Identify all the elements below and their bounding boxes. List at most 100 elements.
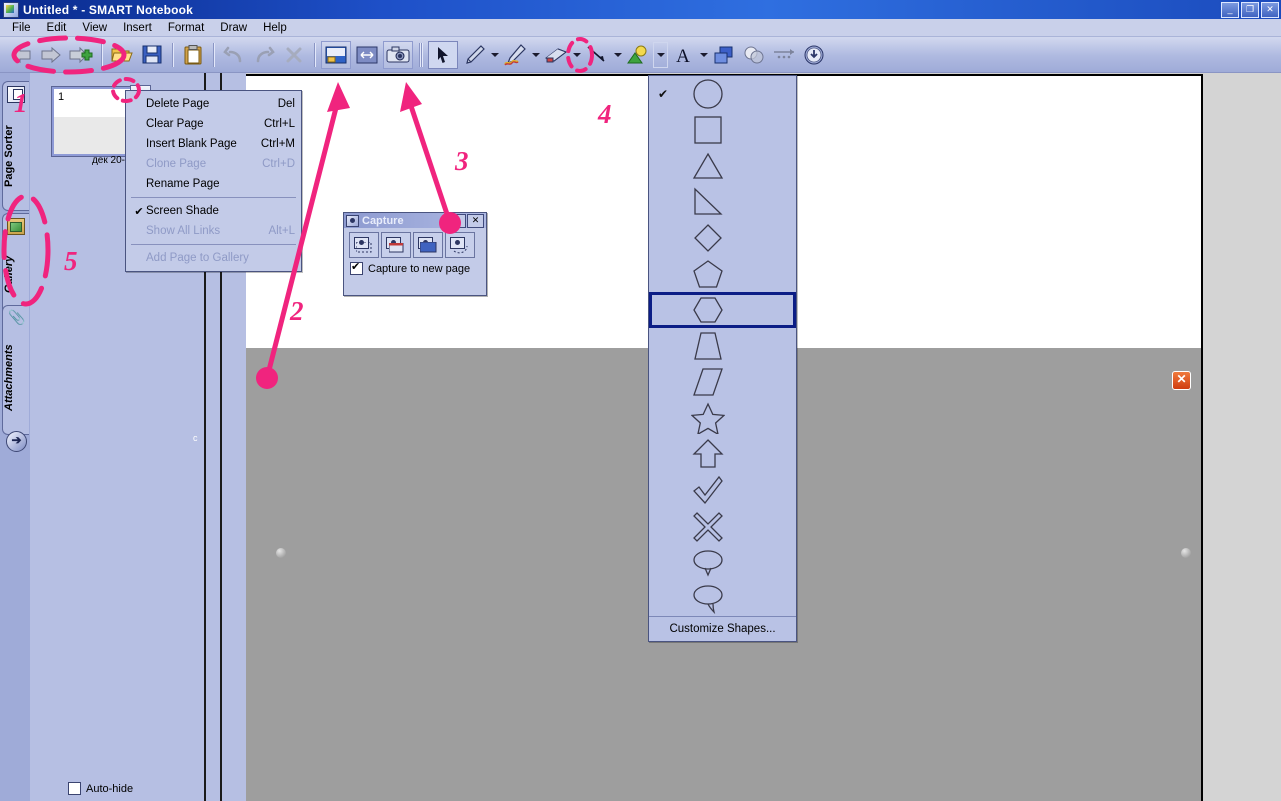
capture-minimize-button[interactable]: _: [449, 213, 466, 228]
capture-buttons-row: [344, 228, 486, 260]
star-icon: [677, 402, 739, 434]
page-number: 1: [58, 91, 65, 103]
hexagon-icon: [677, 294, 739, 326]
menu-item-insert-blank-page[interactable]: Insert Blank Page Ctrl+M: [126, 134, 301, 154]
shape-triangle[interactable]: [649, 148, 796, 184]
add-page-button[interactable]: [67, 42, 95, 68]
menu-help[interactable]: Help: [255, 21, 295, 35]
auto-hide-row[interactable]: Auto-hide: [68, 782, 133, 795]
menu-item-clear-page[interactable]: Clear Page Ctrl+L: [126, 114, 301, 134]
paste-button[interactable]: [179, 42, 207, 68]
menu-item-screen-shade[interactable]: ✔ Screen Shade: [126, 201, 301, 221]
shape-cross[interactable]: [649, 508, 796, 544]
menu-item-rename-page[interactable]: Rename Page: [126, 174, 301, 194]
text-tool[interactable]: A: [669, 42, 697, 68]
previous-page-button[interactable]: [7, 42, 35, 68]
line-dropdown-caret[interactable]: [612, 42, 623, 68]
next-page-button[interactable]: [37, 42, 65, 68]
menu-item-label: Show All Links: [146, 225, 221, 237]
screen-shade-button[interactable]: [321, 40, 351, 69]
notebook-icon: [3, 1, 19, 18]
close-button[interactable]: ✕: [1261, 2, 1279, 18]
capture-freehand-button[interactable]: [445, 232, 475, 258]
shape-diamond[interactable]: [649, 220, 796, 256]
menu-bar: File Edit View Insert Format Draw Help: [0, 19, 1281, 37]
fill-tool[interactable]: [710, 42, 738, 68]
select-tool[interactable]: [428, 40, 458, 69]
delete-button[interactable]: [280, 42, 308, 68]
menu-file[interactable]: File: [4, 21, 39, 35]
full-screen-button[interactable]: [353, 42, 381, 68]
menu-draw[interactable]: Draw: [212, 21, 255, 35]
shapes-dropdown-menu[interactable]: ✔ Customize Shapes...: [648, 75, 797, 642]
open-button[interactable]: [108, 42, 136, 68]
capture-window-button[interactable]: [381, 232, 411, 258]
shade-handle-left[interactable]: [276, 548, 286, 558]
restore-button[interactable]: ❐: [1241, 2, 1259, 18]
measure-tool[interactable]: [770, 42, 798, 68]
screen-shade-close-button[interactable]: ✕: [1172, 371, 1191, 390]
trapezoid-icon: [677, 330, 739, 362]
pen-tool[interactable]: [460, 42, 488, 68]
properties-tool[interactable]: [740, 42, 768, 68]
shape-trapezoid[interactable]: [649, 328, 796, 364]
menu-item-label: Clone Page: [146, 158, 207, 170]
menu-insert[interactable]: Insert: [115, 21, 160, 35]
shape-arrow-up[interactable]: [649, 436, 796, 472]
minimize-button[interactable]: _: [1221, 2, 1239, 18]
eraser-tool[interactable]: [542, 42, 570, 68]
undo-button[interactable]: [220, 42, 248, 68]
line-tool[interactable]: [583, 42, 611, 68]
thumbnail-preview: [54, 89, 130, 117]
capture-dialog[interactable]: Capture _ ✕ ✔ Capture to new page: [343, 212, 487, 296]
capture-area-button[interactable]: [349, 232, 379, 258]
shape-callout-oval[interactable]: [649, 544, 796, 580]
gallery-label: Gallery: [3, 255, 15, 293]
redo-button[interactable]: [250, 42, 278, 68]
auto-hide-checkbox[interactable]: [68, 782, 81, 795]
shape-pentagon[interactable]: [649, 256, 796, 292]
shape-circle[interactable]: ✔: [649, 76, 796, 112]
page-sorter-label: Page Sorter: [3, 125, 15, 187]
page-sorter-icon: [7, 86, 25, 103]
menu-format[interactable]: Format: [160, 21, 212, 35]
save-button[interactable]: [138, 42, 166, 68]
sidebar-item-attachments[interactable]: 📎 Attachments: [2, 305, 29, 435]
creative-pen-tool[interactable]: [501, 42, 529, 68]
menu-item-accel: Ctrl+M: [260, 138, 295, 150]
eraser-dropdown-caret[interactable]: [571, 42, 582, 68]
capture-close-button[interactable]: ✕: [467, 213, 484, 228]
text-dropdown-caret[interactable]: [698, 42, 709, 68]
shade-handle-right[interactable]: [1181, 548, 1191, 558]
menu-edit[interactable]: Edit: [39, 21, 75, 35]
capture-button[interactable]: [383, 40, 413, 69]
capture-window-icon: [386, 237, 406, 253]
check-mark-icon: ✔: [657, 87, 669, 101]
shapes-tool[interactable]: [624, 42, 652, 68]
pen-dropdown-caret[interactable]: [489, 42, 500, 68]
menu-view[interactable]: View: [74, 21, 115, 35]
shape-right-triangle[interactable]: [649, 184, 796, 220]
circle-icon: [677, 78, 739, 110]
shape-check[interactable]: [649, 472, 796, 508]
shape-speech-bubble[interactable]: [649, 580, 796, 616]
shapes-dropdown-caret[interactable]: [653, 41, 668, 68]
toolbar-separator: [172, 42, 173, 67]
sidebar-item-gallery[interactable]: Gallery: [2, 213, 29, 315]
capture-to-new-page-checkbox[interactable]: [350, 260, 363, 275]
menu-item-label: Insert Blank Page: [146, 138, 237, 150]
move-toolbar-button[interactable]: [800, 42, 828, 68]
creative-pen-dropdown-caret[interactable]: [530, 42, 541, 68]
capture-to-new-page-row[interactable]: Capture to new page: [344, 260, 486, 277]
menu-item-delete-page[interactable]: Delete Page Del: [126, 94, 301, 114]
dock-toggle-button[interactable]: ➔: [6, 431, 27, 452]
shape-hexagon[interactable]: [649, 292, 796, 328]
shape-parallelogram[interactable]: [649, 364, 796, 400]
page-context-menu[interactable]: Delete Page Del Clear Page Ctrl+L Insert…: [125, 90, 302, 272]
capture-screen-button[interactable]: [413, 232, 443, 258]
shape-square[interactable]: [649, 112, 796, 148]
page-thumbnail[interactable]: 1: [52, 87, 132, 156]
shape-star[interactable]: [649, 400, 796, 436]
sidebar-item-page-sorter[interactable]: Page Sorter: [2, 81, 29, 211]
customize-shapes-button[interactable]: Customize Shapes...: [649, 616, 796, 641]
